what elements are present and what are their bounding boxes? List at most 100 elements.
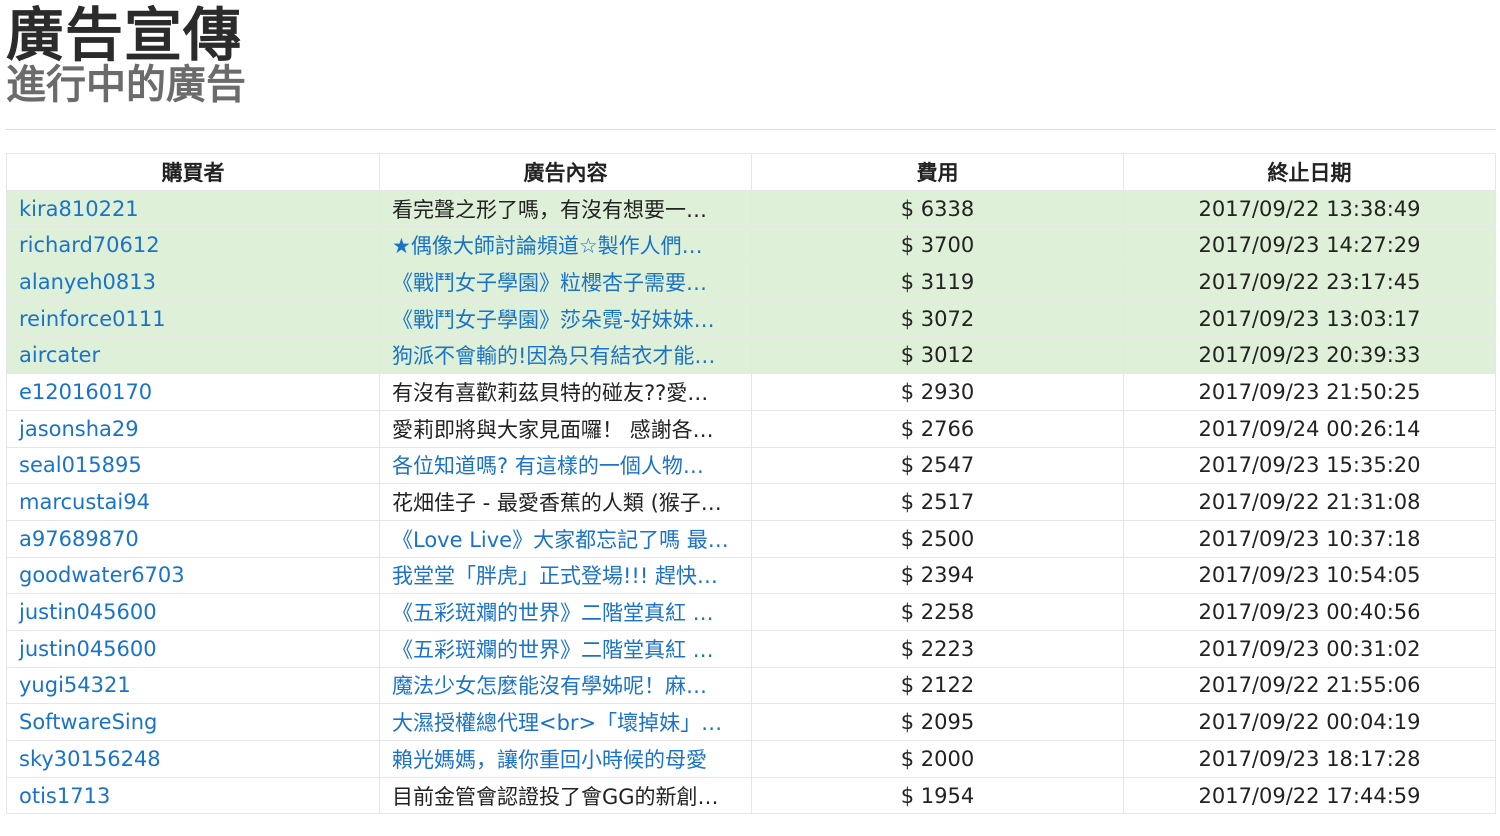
buyer-link[interactable]: sky30156248 xyxy=(19,747,161,771)
end-date-cell: 2017/09/23 10:37:18 xyxy=(1123,519,1496,558)
ad-content-link[interactable]: 各位知道嗎? 有這樣的一個人物… xyxy=(392,454,704,478)
table-row: sky30156248 賴光媽媽，讓你重回小時候的母愛 $ 2000 2017/09/… xyxy=(6,740,1496,778)
ad-content-cell: 愛莉即將與大家見面囉！ 感謝各… xyxy=(379,409,752,448)
cost-cell: $ 3700 xyxy=(751,226,1124,265)
table-row: reinforce0111 《戰鬥女子學園》莎朵霓-好妹妹… $ 3072 2017/… xyxy=(6,299,1496,338)
end-date-cell: 2017/09/23 00:31:02 xyxy=(1123,629,1496,668)
buyer-link[interactable]: jasonsha29 xyxy=(19,417,139,441)
cost-cell: $ 3119 xyxy=(751,263,1124,301)
buyer-link[interactable]: reinforce0111 xyxy=(19,307,166,331)
table-body: kira810221 看完聲之形了嗎，有沒有想要一… $ 6338 2017/09/2… xyxy=(6,189,1496,815)
end-date-cell: 2017/09/22 21:31:08 xyxy=(1123,483,1496,521)
cost-cell: $ 3072 xyxy=(751,299,1124,338)
end-date-cell: 2017/09/22 13:38:49 xyxy=(1123,189,1496,228)
cost-cell: $ 2122 xyxy=(751,666,1124,705)
ad-content-cell: 狗派不會輸的!因為只有結衣才能… xyxy=(379,336,752,375)
end-date-cell: 2017/09/22 21:55:06 xyxy=(1123,666,1496,705)
buyer-link[interactable]: marcustai94 xyxy=(19,490,150,514)
buyer-cell: SoftwareSing xyxy=(6,703,380,741)
table-row: jasonsha29 愛莉即將與大家見面囉！ 感謝各… $ 2766 2017/09/… xyxy=(6,409,1496,448)
ad-content-text: 花畑佳子 - 最愛香蕉的人類 (猴子… xyxy=(392,491,722,516)
table-row: justin045600 《五彩斑斕的世界》二階堂真紅 … $ 2223 2017/0… xyxy=(6,629,1496,668)
ad-content-cell: 魔法少女怎麼能沒有學姊呢！麻… xyxy=(379,666,752,705)
end-date-cell: 2017/09/23 14:27:29 xyxy=(1123,226,1496,265)
end-date-cell: 2017/09/23 10:54:05 xyxy=(1123,556,1496,595)
end-date-cell: 2017/09/24 00:26:14 xyxy=(1123,409,1496,448)
table-row: seal015895 各位知道嗎? 有這樣的一個人物… $ 2547 2017/09/… xyxy=(6,446,1496,485)
buyer-link[interactable]: justin045600 xyxy=(19,600,157,624)
cost-cell: $ 2394 xyxy=(751,556,1124,595)
buyer-link[interactable]: kira810221 xyxy=(19,197,139,221)
column-header-content: 廣告內容 xyxy=(379,153,752,191)
buyer-link[interactable]: a97689870 xyxy=(19,527,139,551)
table-row: otis1713 目前金管會認證投了會GG的新創… $ 1954 2017/09/22… xyxy=(6,776,1496,815)
buyer-link[interactable]: e120160170 xyxy=(19,380,152,404)
ad-content-link[interactable]: 我堂堂「胖虎」正式登場!!! 趕快… xyxy=(392,564,718,588)
ad-content-text: 愛莉即將與大家見面囉！ 感謝各… xyxy=(392,417,714,442)
table-row: a97689870 《Love Live》大家都忘記了嗎 最… $ 2500 2017… xyxy=(6,519,1496,558)
buyer-cell: yugi54321 xyxy=(6,666,380,705)
end-date-cell: 2017/09/22 17:44:59 xyxy=(1123,776,1496,815)
buyer-cell: seal015895 xyxy=(6,446,380,485)
buyer-link[interactable]: yugi54321 xyxy=(19,673,131,697)
ad-content-link[interactable]: 《五彩斑斕的世界》二階堂真紅 … xyxy=(392,601,714,625)
ad-content-link[interactable]: ★偶像大師討論頻道☆製作人們… xyxy=(392,234,703,258)
cost-cell: $ 2547 xyxy=(751,446,1124,485)
ad-content-link[interactable]: 《Love Live》大家都忘記了嗎 最… xyxy=(392,528,729,552)
page-subtitle: 進行中的廣告 xyxy=(6,62,246,108)
table-row: kira810221 看完聲之形了嗎，有沒有想要一… $ 6338 2017/09/2… xyxy=(6,189,1496,228)
column-header-cost: 費用 xyxy=(751,153,1124,191)
cost-cell: $ 2500 xyxy=(751,519,1124,558)
ad-content-text: 目前金管會認證投了會GG的新創… xyxy=(392,784,719,809)
buyer-cell: richard70612 xyxy=(6,226,380,265)
table-row: richard70612 ★偶像大師討論頻道☆製作人們… $ 3700 2017/09… xyxy=(6,226,1496,265)
buyer-cell: marcustai94 xyxy=(6,483,380,521)
ad-content-cell: 目前金管會認證投了會GG的新創… xyxy=(379,776,752,815)
buyer-link[interactable]: SoftwareSing xyxy=(19,710,157,734)
cost-cell: $ 2095 xyxy=(751,703,1124,741)
cost-cell: $ 1954 xyxy=(751,776,1124,815)
table-row: aircater 狗派不會輸的!因為只有結衣才能… $ 3012 2017/09/23… xyxy=(6,336,1496,375)
ad-content-cell: 有沒有喜歡莉茲貝特的碰友??愛… xyxy=(379,373,752,411)
ad-content-link[interactable]: 《五彩斑斕的世界》二階堂真紅 … xyxy=(392,638,714,662)
ad-content-link[interactable]: 賴光媽媽，讓你重回小時候的母愛 xyxy=(392,748,707,772)
table-header: 購買者 廣告內容 費用 終止日期 xyxy=(6,153,1496,191)
buyer-link[interactable]: otis1713 xyxy=(19,784,110,808)
end-date-cell: 2017/09/23 21:50:25 xyxy=(1123,373,1496,411)
buyer-cell: justin045600 xyxy=(6,629,380,668)
buyer-link[interactable]: seal015895 xyxy=(19,453,142,477)
ad-content-cell: 賴光媽媽，讓你重回小時候的母愛 xyxy=(379,740,752,778)
buyer-cell: aircater xyxy=(6,336,380,375)
table-row: e120160170 有沒有喜歡莉茲貝特的碰友??愛… $ 2930 2017/09/… xyxy=(6,373,1496,411)
buyer-cell: sky30156248 xyxy=(6,740,380,778)
buyer-link[interactable]: justin045600 xyxy=(19,637,157,661)
ad-content-cell: 《戰鬥女子學園》莎朵霓-好妹妹… xyxy=(379,299,752,338)
buyer-link[interactable]: aircater xyxy=(19,343,100,367)
ad-content-cell: 大濕授權總代理<br>「壞掉妹」… xyxy=(379,703,752,741)
end-date-cell: 2017/09/23 20:39:33 xyxy=(1123,336,1496,375)
cost-cell: $ 2930 xyxy=(751,373,1124,411)
page-title: 廣告宣傳 xyxy=(6,1,243,69)
ad-content-text: 有沒有喜歡莉茲貝特的碰友??愛… xyxy=(392,380,709,405)
ad-content-link[interactable]: 大濕授權總代理<br>「壞掉妹」… xyxy=(392,711,722,735)
ad-content-cell: 《五彩斑斕的世界》二階堂真紅 … xyxy=(379,593,752,631)
buyer-cell: kira810221 xyxy=(6,189,380,228)
ad-content-link[interactable]: 狗派不會輸的!因為只有結衣才能… xyxy=(392,344,715,368)
table-header-row: 購買者 廣告內容 費用 終止日期 xyxy=(6,153,1496,191)
buyer-link[interactable]: goodwater6703 xyxy=(19,563,185,587)
ad-content-cell: 《五彩斑斕的世界》二階堂真紅 … xyxy=(379,629,752,668)
buyer-cell: a97689870 xyxy=(6,519,380,558)
buyer-link[interactable]: alanyeh0813 xyxy=(19,270,156,294)
buyer-link[interactable]: richard70612 xyxy=(19,233,160,257)
table-row: SoftwareSing 大濕授權總代理<br>「壞掉妹」… $ 2095 2017/… xyxy=(6,703,1496,741)
ad-content-link[interactable]: 《戰鬥女子學園》莎朵霓-好妹妹… xyxy=(392,308,715,332)
buyer-cell: jasonsha29 xyxy=(6,409,380,448)
table-row: justin045600 《五彩斑斕的世界》二階堂真紅 … $ 2258 2017/0… xyxy=(6,593,1496,631)
ad-content-link[interactable]: 魔法少女怎麼能沒有學姊呢！麻… xyxy=(392,674,707,698)
ad-content-cell: 《戰鬥女子學園》粒櫻杏子需要… xyxy=(379,263,752,301)
header-divider xyxy=(6,129,1496,130)
ad-content-link[interactable]: 《戰鬥女子學園》粒櫻杏子需要… xyxy=(392,271,707,295)
ads-table: 購買者 廣告內容 費用 終止日期 kira810221 看完聲之形了嗎，有沒有想要… xyxy=(6,153,1496,815)
end-date-cell: 2017/09/23 18:17:28 xyxy=(1123,740,1496,778)
end-date-cell: 2017/09/22 00:04:19 xyxy=(1123,703,1496,741)
